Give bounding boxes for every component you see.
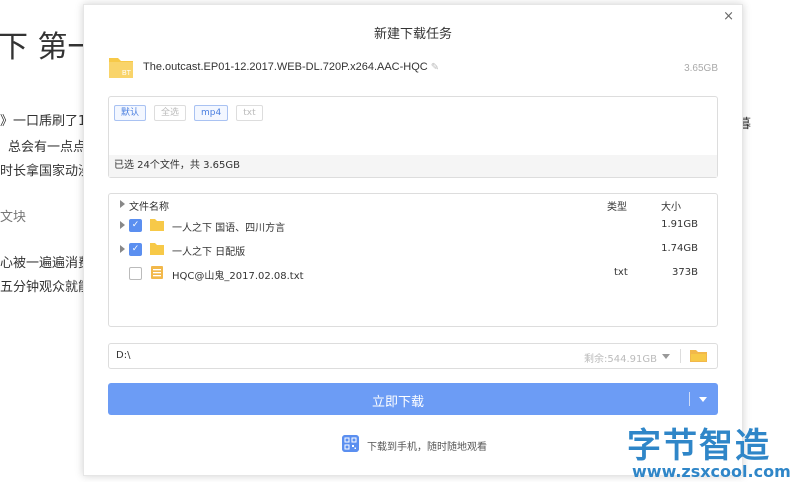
- divider: [689, 392, 690, 406]
- row-size: 1.91GB: [661, 219, 698, 230]
- folder-icon: [150, 243, 164, 255]
- row-checkbox[interactable]: ✓: [129, 243, 142, 256]
- row-checkbox[interactable]: ✓: [129, 219, 142, 232]
- browse-folder-icon[interactable]: [690, 349, 707, 362]
- pencil-icon[interactable]: ✎: [431, 62, 439, 73]
- expand-all-caret-icon[interactable]: [120, 200, 125, 208]
- save-path-value[interactable]: D:\: [116, 350, 130, 361]
- divider: [680, 349, 681, 363]
- site-watermark: 字节智造 www.zsxcool.com: [624, 418, 800, 482]
- col-size-header: 大小: [661, 202, 681, 213]
- row-name: HQC@山鬼_2017.02.08.txt: [172, 271, 304, 282]
- bg-line: 时长拿国家动漫: [0, 164, 92, 179]
- download-button-label: 立即下载: [371, 395, 424, 410]
- file-filter-panel: 默认 全选 mp4 txt 已选 24个文件，共 3.65GB: [108, 96, 718, 178]
- row-type: txt: [614, 267, 628, 278]
- expand-caret-icon[interactable]: [120, 221, 125, 229]
- chevron-down-icon[interactable]: [662, 354, 670, 359]
- svg-text:BT: BT: [122, 70, 132, 77]
- expand-caret-icon[interactable]: [120, 245, 125, 253]
- table-row[interactable]: ✓ 一人之下 日配版 1.74GB: [109, 239, 717, 261]
- save-path-field[interactable]: D:\ 剩余:544.91GB: [108, 343, 718, 369]
- filter-txt[interactable]: txt: [236, 105, 263, 121]
- table-row[interactable]: ✓ 一人之下 国语、四川方言 1.91GB: [109, 215, 717, 237]
- col-type-header: 类型: [607, 202, 627, 213]
- close-icon[interactable]: ×: [723, 9, 734, 24]
- row-name: 一人之下 日配版: [172, 247, 246, 258]
- dialog-title: 新建下载任务: [373, 27, 452, 42]
- new-download-dialog: 新建下载任务 × BT The.outcast.EP01-12.2017.WEB…: [83, 4, 743, 476]
- download-now-button[interactable]: 立即下载: [108, 383, 718, 415]
- bg-line: 心被一遍遍消费: [0, 256, 92, 271]
- text-file-icon: [151, 266, 163, 279]
- filter-default[interactable]: 默认: [114, 105, 147, 121]
- bg-line: 总会有一点点: [8, 140, 87, 155]
- col-name-header: 文件名称: [129, 202, 169, 213]
- filter-select-all[interactable]: 全选: [154, 105, 187, 121]
- bg-line: 五分钟观众就能: [0, 280, 92, 295]
- download-to-phone-link[interactable]: 下载到手机，随时随地观看: [367, 438, 487, 453]
- bt-file-icon: BT: [109, 58, 133, 78]
- watermark-url: www.zsxcool.com: [632, 462, 791, 481]
- row-size: 1.74GB: [661, 243, 698, 254]
- torrent-size: 3.65GB: [684, 63, 718, 74]
- torrent-name: The.outcast.EP01-12.2017.WEB-DL.720P.x26…: [143, 61, 440, 73]
- file-table: 文件名称 类型 大小 ✓ 一人之下 国语、四川方言 1.91GB ✓ 一人之下 …: [108, 193, 718, 327]
- folder-icon: [150, 219, 164, 231]
- free-space-text: 剩余:544.91GB: [584, 354, 657, 365]
- chevron-down-icon[interactable]: [699, 397, 707, 402]
- table-row[interactable]: HQC@山鬼_2017.02.08.txt txt 373B: [109, 263, 717, 285]
- row-size: 373B: [672, 267, 698, 278]
- row-name: 一人之下 国语、四川方言: [172, 223, 286, 234]
- selection-summary: 已选 24个文件，共 3.65GB: [109, 155, 717, 177]
- qr-code-icon[interactable]: [342, 435, 359, 452]
- bg-line: 》一口乕刷了1: [0, 114, 87, 129]
- watermark-chinese: 字节智造: [627, 426, 771, 466]
- row-checkbox[interactable]: [129, 267, 142, 280]
- filter-mp4[interactable]: mp4: [194, 105, 229, 121]
- bg-line: 文块: [0, 210, 27, 225]
